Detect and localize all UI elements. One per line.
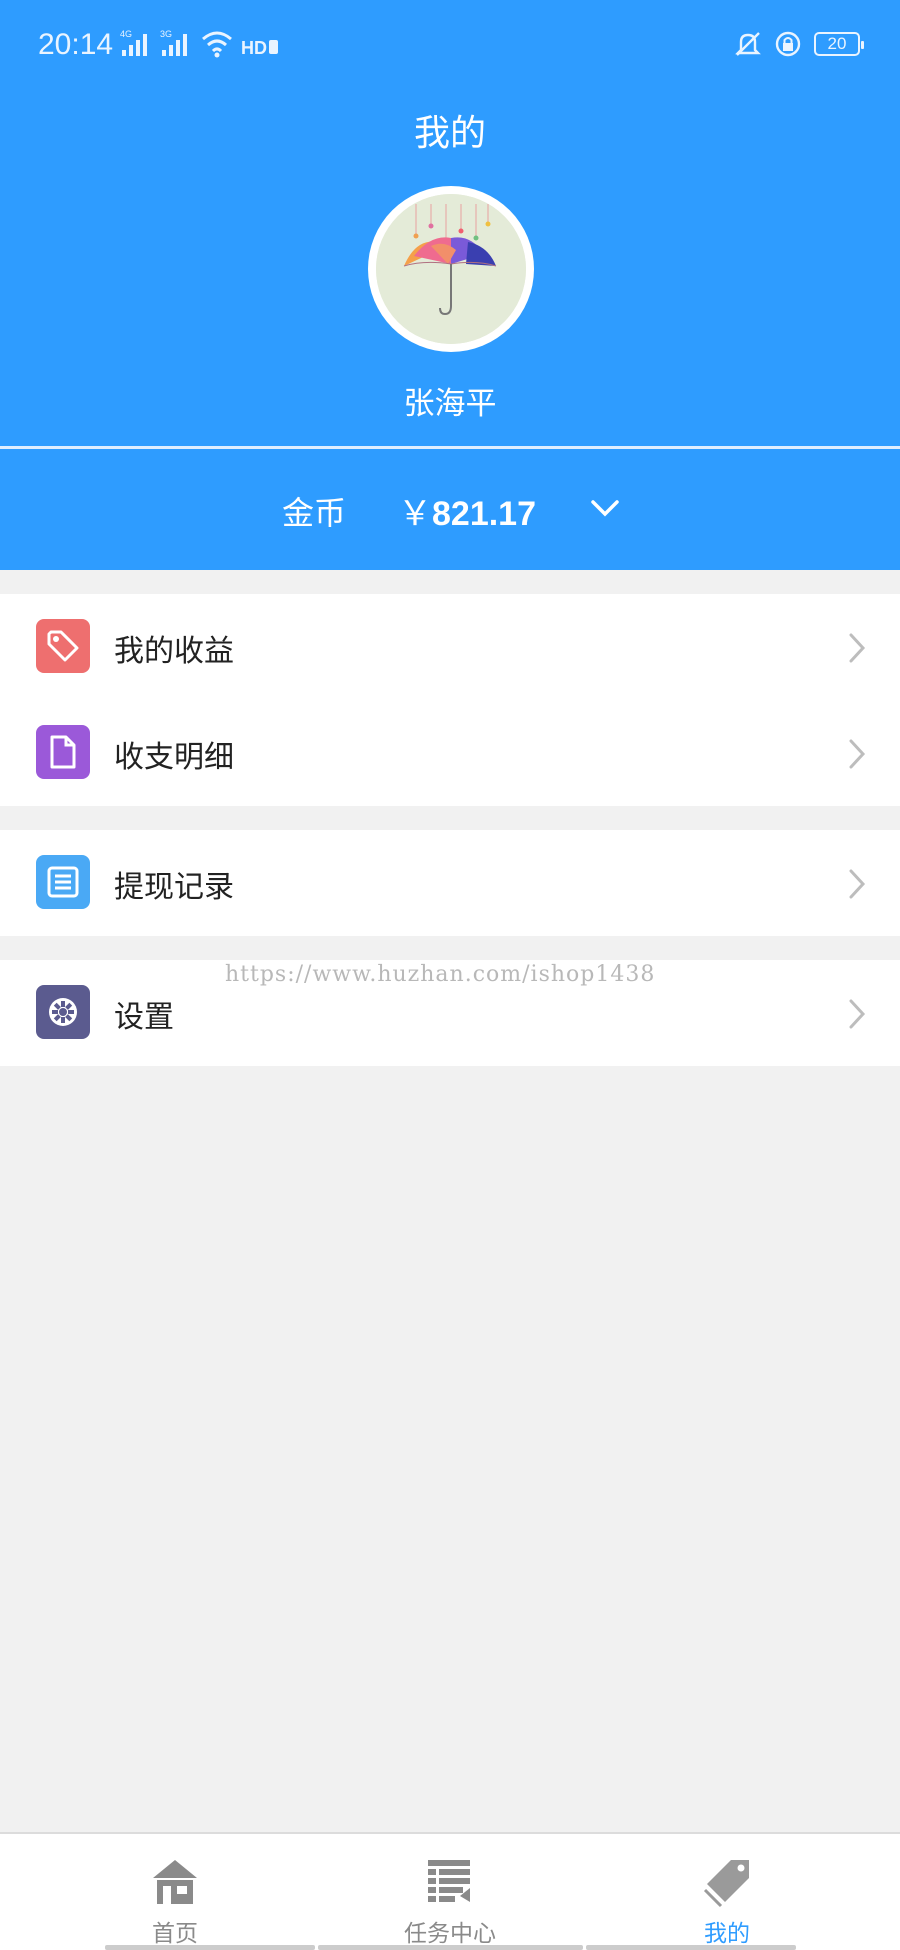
rotation-lock-icon (775, 31, 801, 57)
bell-off-icon (735, 32, 761, 56)
coins-label: 金币 (282, 494, 347, 532)
status-left-icons: 4G 3G HD (120, 28, 280, 58)
hd-icon: HD (241, 38, 278, 58)
menu-label: 收支明细 (114, 740, 234, 775)
status-bar: 20:14 4G 3G HD 20 (0, 0, 900, 92)
avatar-image (376, 194, 526, 344)
header-divider (0, 446, 900, 449)
home-icon (153, 1860, 197, 1904)
document-icon (36, 725, 90, 779)
chevron-down-icon[interactable] (590, 496, 620, 520)
menu-item-income-expense[interactable]: 收支明细 (0, 700, 900, 806)
coins-value: ￥821.17 (398, 486, 536, 535)
chevron-right-icon (849, 999, 866, 1029)
menu-label: 提现记录 (114, 870, 234, 905)
chevron-right-icon (849, 869, 866, 899)
task-list-icon (428, 1860, 470, 1902)
menu-label: 设置 (114, 1000, 174, 1035)
page-title: 我的 (413, 113, 486, 154)
nav-indicator (586, 1945, 796, 1950)
menu-group-withdraw: 提现记录 (0, 830, 900, 936)
wifi-icon (202, 31, 232, 58)
bottom-tab-bar: 首页 任务中心 我的 (0, 1832, 900, 1950)
profile-header: 20:14 4G 3G HD 20 我的 张海平 金币 ￥821.17 (0, 0, 900, 570)
tab-task-center[interactable]: 任务中心 (380, 1834, 520, 1950)
menu-item-withdraw-records[interactable]: 提现记录 (0, 830, 900, 936)
tab-home[interactable]: 首页 (105, 1834, 245, 1950)
svg-text:4G: 4G (120, 29, 132, 39)
currency-symbol: ￥ (398, 495, 432, 533)
signal-3g-icon: 3G (160, 29, 187, 56)
umbrella-illustration (376, 194, 526, 344)
signal-4g-icon: 4G (120, 29, 147, 56)
coins-amount: 821.17 (432, 495, 536, 533)
menu-group-earnings: 我的收益 收支明细 (0, 594, 900, 806)
tab-label: 任务中心 (404, 1921, 496, 1947)
tab-label: 我的 (704, 1921, 750, 1947)
avatar[interactable] (368, 186, 534, 352)
chevron-right-icon (849, 739, 866, 769)
watermark-text: https://www.huzhan.com/ishop1438 (225, 962, 656, 987)
coins-balance-row[interactable]: 金币 ￥821.17 (0, 450, 900, 570)
tab-mine[interactable]: 我的 (657, 1834, 797, 1950)
chevron-right-icon (849, 633, 866, 663)
svg-text:3G: 3G (160, 29, 172, 39)
status-right-icons: 20 (734, 30, 864, 58)
menu-label: 我的收益 (114, 634, 234, 669)
tag-icon (703, 1860, 749, 1908)
user-name: 张海平 (403, 386, 497, 422)
nav-indicator (318, 1945, 583, 1950)
status-time: 20:14 (38, 28, 114, 61)
tag-icon (36, 619, 90, 673)
gear-icon (36, 985, 90, 1039)
list-icon (36, 855, 90, 909)
svg-text:HD: HD (241, 38, 267, 58)
tab-label: 首页 (152, 1921, 198, 1947)
nav-indicator (105, 1945, 315, 1950)
menu-item-my-earnings[interactable]: 我的收益 (0, 594, 900, 700)
battery-indicator: 20 (814, 32, 864, 56)
